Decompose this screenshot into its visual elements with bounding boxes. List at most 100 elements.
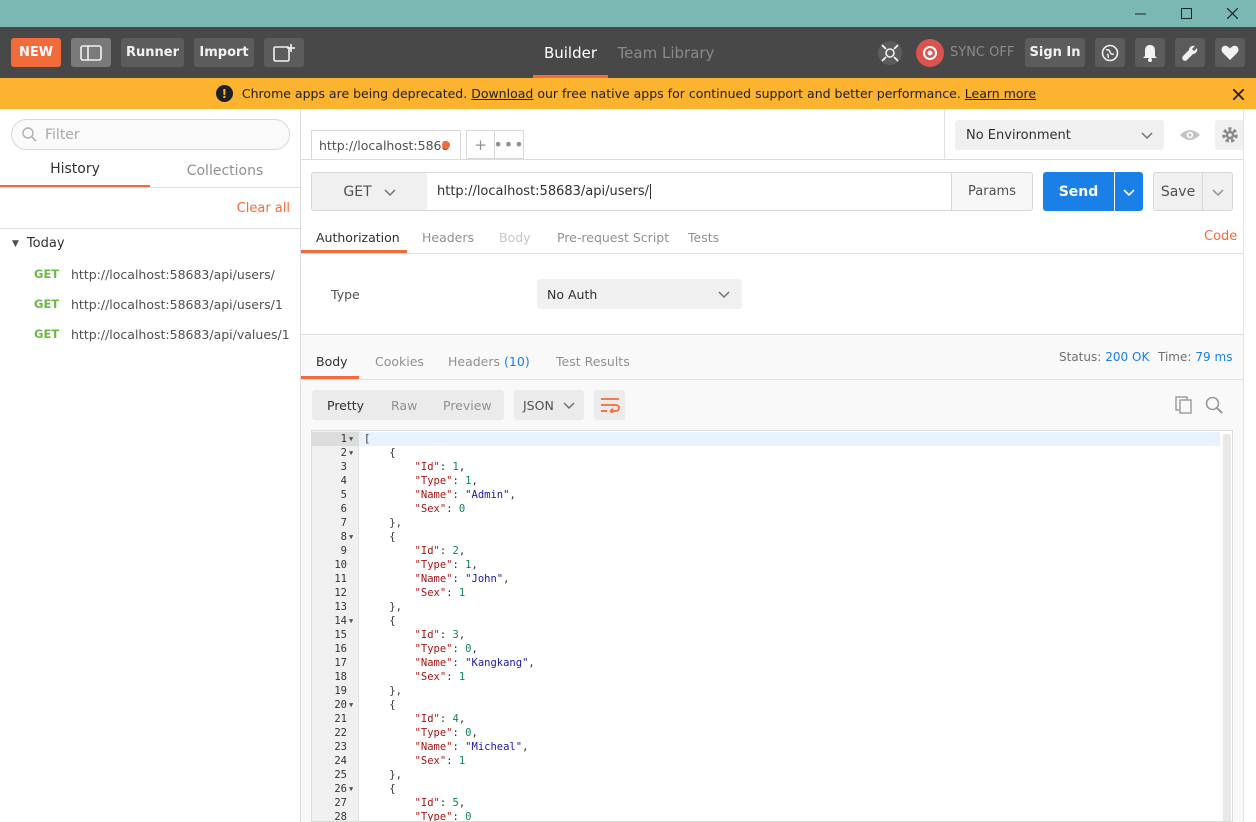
code-line: 14 ▼ { [312, 614, 1220, 628]
tab-collections[interactable]: Collections [150, 153, 300, 188]
code-line: 1 ▼[ [312, 432, 1220, 446]
tab-response-headers[interactable]: Headers (10) [448, 346, 530, 377]
tab-history[interactable]: History [0, 153, 150, 188]
history-group-label: Today [26, 236, 65, 251]
globe-button[interactable] [1095, 38, 1125, 67]
view-raw-button[interactable]: Raw [391, 390, 417, 420]
tab-body[interactable]: Body [499, 222, 531, 253]
code-text: "Type": 0, [414, 643, 478, 655]
wrap-lines-button[interactable] [594, 390, 625, 420]
tab-builder[interactable]: Builder [533, 27, 608, 78]
interceptor-button[interactable] [874, 38, 905, 67]
format-select[interactable]: JSON [514, 390, 584, 420]
tab-headers[interactable]: Headers [422, 222, 474, 253]
tab-team-library[interactable]: Team Library [615, 27, 717, 78]
generate-code-link[interactable]: Code [1204, 229, 1237, 244]
url-input[interactable]: http://localhost:58683/api/users/ [427, 172, 952, 211]
line-number: 26 [334, 783, 347, 795]
code-text: "Id": 4, [414, 713, 466, 725]
history-item-method: GET [34, 327, 60, 341]
download-link[interactable]: Download [471, 86, 533, 101]
sync-icon[interactable] [916, 39, 944, 67]
tab-response-body[interactable]: Body [316, 346, 348, 377]
tab-tests[interactable]: Tests [688, 222, 719, 253]
notifications-button[interactable] [1135, 38, 1165, 67]
auth-type-select[interactable]: No Auth [537, 279, 742, 309]
fold-toggle-icon[interactable]: ▼ [349, 446, 357, 460]
code-text: { [364, 531, 396, 543]
tab-authorization[interactable]: Authorization [316, 222, 400, 253]
view-preview-button[interactable]: Preview [443, 390, 492, 420]
code-line: 16 "Type": 0, [312, 642, 1220, 656]
window-close-button[interactable] [1209, 0, 1255, 27]
line-number: 9 [340, 545, 347, 557]
code-line: 25 }, [312, 768, 1220, 782]
code-text: "Id": 2, [414, 545, 466, 557]
search-icon [1205, 396, 1223, 414]
fold-toggle-icon[interactable]: ▼ [349, 614, 357, 628]
maximize-button[interactable] [1163, 0, 1209, 27]
editor-scrollbar[interactable] [1223, 434, 1231, 821]
environment-quick-look-button[interactable] [1175, 120, 1205, 150]
method-select[interactable]: GET [311, 172, 428, 211]
headers-count: (10) [504, 354, 530, 369]
import-button[interactable]: Import [194, 38, 254, 67]
view-pretty-button[interactable]: Pretty [327, 390, 364, 420]
more-tabs-button[interactable]: ••• [493, 130, 524, 159]
code-text: "Type": 0 [414, 811, 472, 822]
send-options-button[interactable] [1115, 172, 1143, 211]
new-button[interactable]: NEW [11, 38, 61, 67]
deprecation-banner: ! Chrome apps are being deprecated. Down… [0, 78, 1256, 109]
favorite-button[interactable] [1215, 38, 1245, 67]
line-number: 21 [334, 713, 347, 725]
request-tab[interactable]: http://localhost:5868 [311, 130, 461, 160]
send-button[interactable]: Send [1043, 172, 1114, 211]
sidebar-toggle-button[interactable] [71, 38, 111, 67]
history-item[interactable]: GET http://localhost:58683/api/users/ [34, 264, 275, 284]
minimize-button[interactable] [1117, 0, 1163, 27]
line-number: 4 [340, 475, 347, 487]
tab-pre-request-script[interactable]: Pre-request Script [557, 222, 669, 253]
tab-test-results[interactable]: Test Results [556, 346, 630, 377]
fold-toggle-icon[interactable]: ▼ [349, 698, 357, 712]
banner-close-button[interactable] [1228, 84, 1248, 104]
window-scrollbar[interactable] [1243, 109, 1256, 822]
save-button[interactable]: Save [1153, 172, 1203, 211]
learn-more-link[interactable]: Learn more [965, 86, 1036, 101]
fold-toggle-icon[interactable]: ▼ [349, 432, 357, 446]
code-line: 15 "Id": 3, [312, 628, 1220, 642]
clear-all-link[interactable]: Clear all [237, 201, 290, 216]
add-tab-button[interactable]: + [466, 130, 495, 159]
line-number: 22 [334, 727, 347, 739]
settings-wrench-button[interactable] [1175, 38, 1205, 67]
chevron-down-icon [1211, 188, 1224, 196]
new-window-button[interactable] [264, 38, 304, 67]
close-icon [1226, 8, 1238, 19]
environment-select[interactable]: No Environment [955, 120, 1164, 150]
copy-icon [1175, 396, 1192, 414]
line-number: 15 [334, 629, 347, 641]
line-number: 23 [334, 741, 347, 753]
save-options-button[interactable] [1202, 172, 1233, 211]
line-number: 5 [340, 489, 347, 501]
history-group-today[interactable]: ▼ Today [12, 236, 65, 251]
search-response-button[interactable] [1203, 394, 1225, 416]
filter-input[interactable] [45, 126, 275, 143]
chevron-down-icon [384, 188, 396, 196]
fold-toggle-icon[interactable]: ▼ [349, 782, 357, 796]
params-button[interactable]: Params [951, 172, 1033, 211]
fold-toggle-icon[interactable]: ▼ [349, 530, 357, 544]
copy-response-button[interactable] [1173, 394, 1195, 416]
history-item[interactable]: GET http://localhost:58683/api/values/1 [34, 324, 290, 344]
response-body-editor[interactable]: 1 ▼[2 ▼ {3 "Id": 1, 4 "Type": 1, 5 "Name": "… [311, 430, 1233, 822]
code-line: 5 "Name": "Admin", [312, 488, 1220, 502]
runner-button[interactable]: Runner [121, 38, 184, 67]
history-item[interactable]: GET http://localhost:58683/api/users/1 [34, 294, 283, 314]
sign-in-button[interactable]: Sign In [1025, 38, 1085, 67]
manage-environments-button[interactable] [1215, 120, 1245, 150]
history-item-method: GET [34, 267, 60, 281]
response-time: Time: 79 ms [1158, 350, 1232, 364]
window-title-bar [0, 0, 1256, 27]
tab-cookies[interactable]: Cookies [375, 346, 424, 377]
code-text: "Sex": 0 [414, 503, 466, 515]
